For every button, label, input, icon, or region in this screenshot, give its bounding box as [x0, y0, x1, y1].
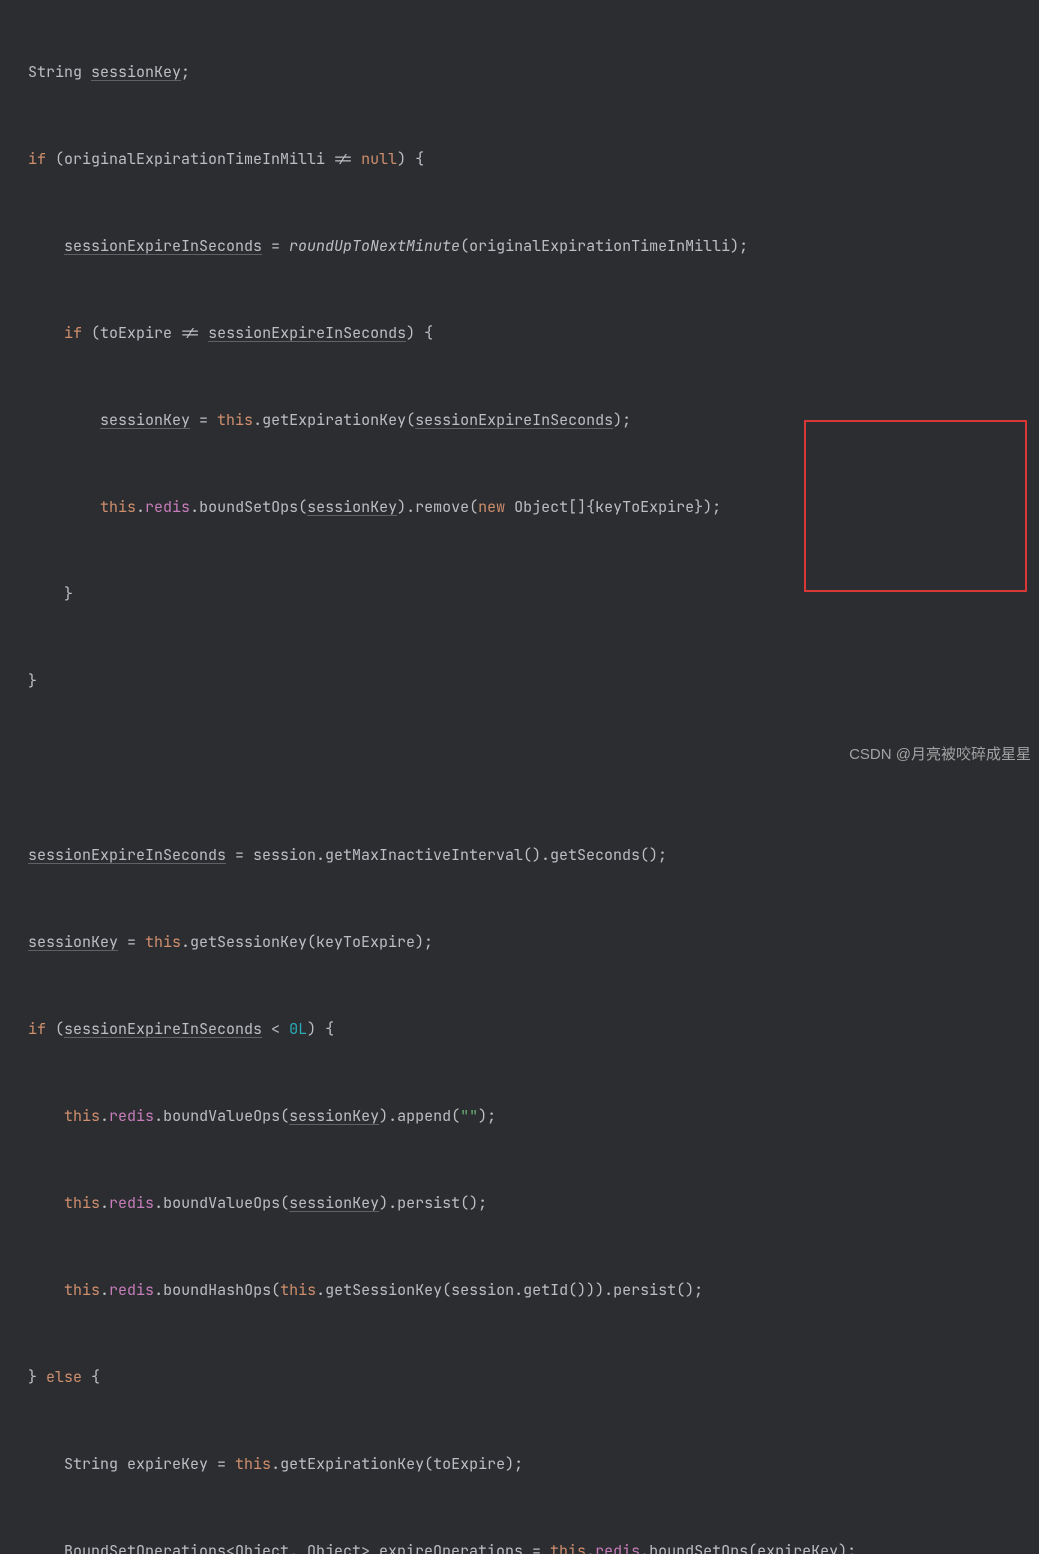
code-editor[interactable]: String sessionKey; if (originalExpiratio…: [0, 0, 1039, 1554]
code-line: this.redis.boundSetOps(sessionKey).remov…: [0, 493, 1039, 522]
code-line: if (originalExpirationTimeInMilli != nul…: [0, 145, 1039, 174]
code-line: } else {: [0, 1363, 1039, 1392]
code-line: sessionKey = this.getSessionKey(keyToExp…: [0, 928, 1039, 957]
code-line: this.redis.boundHashOps(this.getSessionK…: [0, 1276, 1039, 1305]
code-line: if (sessionExpireInSeconds < 0L) {: [0, 1015, 1039, 1044]
code-line: sessionKey = this.getExpirationKey(sessi…: [0, 406, 1039, 435]
code-line: }: [0, 580, 1039, 609]
code-line: if (toExpire != sessionExpireInSeconds) …: [0, 319, 1039, 348]
watermark-text: CSDN @月亮被咬碎成星星: [849, 740, 1031, 769]
code-line: this.redis.boundValueOps(sessionKey).app…: [0, 1102, 1039, 1131]
code-line: sessionExpireInSeconds = session.getMaxI…: [0, 841, 1039, 870]
code-line: BoundSetOperations<Object, Object> expir…: [0, 1537, 1039, 1554]
code-line: sessionExpireInSeconds = roundUpToNextMi…: [0, 232, 1039, 261]
code-line: this.redis.boundValueOps(sessionKey).per…: [0, 1189, 1039, 1218]
code-line: String expireKey = this.getExpirationKey…: [0, 1450, 1039, 1479]
code-line: }: [0, 667, 1039, 696]
code-line: String sessionKey;: [0, 58, 1039, 87]
